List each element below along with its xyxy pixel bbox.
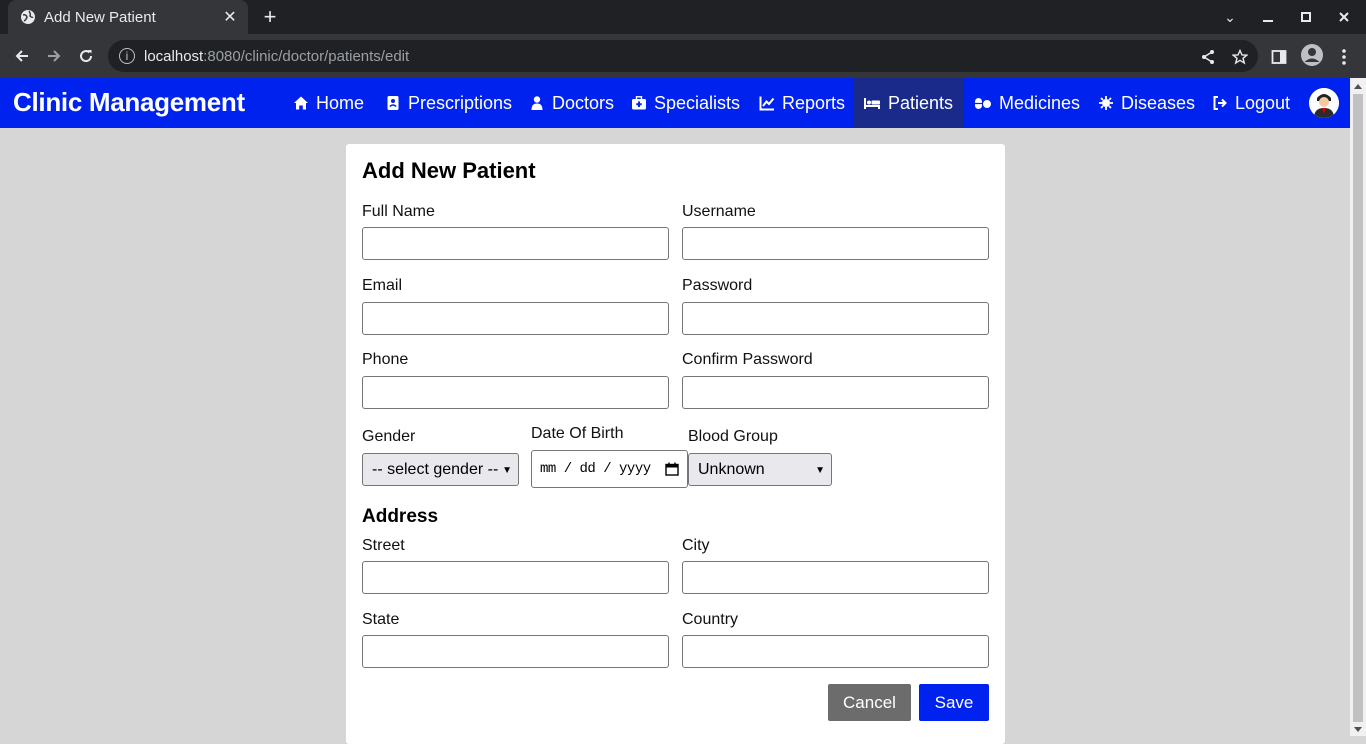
nav-item-logout[interactable]: Logout xyxy=(1202,78,1300,128)
phone-input[interactable] xyxy=(362,376,669,409)
nav-item-medicines[interactable]: Medicines xyxy=(964,78,1090,128)
nav-item-specialists[interactable]: Specialists xyxy=(621,78,750,128)
back-icon[interactable] xyxy=(10,44,34,68)
browser-tabstrip: Add New Patient ✕ + ⌄ xyxy=(0,0,1366,34)
nav-label-patients: Patients xyxy=(888,92,954,113)
city-input[interactable] xyxy=(682,561,989,594)
globe-icon xyxy=(20,9,36,25)
new-tab-button[interactable]: + xyxy=(258,4,282,29)
close-window-button[interactable] xyxy=(1332,5,1356,29)
dob-placeholder: mm / dd / yyyy xyxy=(540,461,651,477)
nav-item-home[interactable]: Home xyxy=(283,78,374,128)
save-button[interactable]: Save xyxy=(919,684,989,721)
city-label: City xyxy=(682,537,710,554)
maximize-button[interactable] xyxy=(1294,5,1318,29)
country-label: Country xyxy=(682,611,739,628)
chevron-down-icon: ▼ xyxy=(500,465,512,476)
tab-title: Add New Patient xyxy=(44,8,156,26)
profile-icon[interactable] xyxy=(1300,43,1324,67)
calendar-icon[interactable] xyxy=(665,462,679,481)
full-name-input[interactable] xyxy=(362,227,669,260)
scroll-up-icon[interactable] xyxy=(1354,84,1362,89)
street-label: Street xyxy=(362,537,405,554)
username-input[interactable] xyxy=(682,227,989,260)
confirm-password-input[interactable] xyxy=(682,376,989,409)
virus-icon xyxy=(1098,95,1114,111)
gender-label: Gender xyxy=(362,428,416,445)
add-patient-card: Add New Patient Full Name Username Email… xyxy=(346,144,1005,744)
home-icon xyxy=(293,95,309,111)
dob-input[interactable]: mm / dd / yyyy xyxy=(531,450,688,488)
email-input[interactable] xyxy=(362,302,669,335)
bed-icon xyxy=(863,95,881,111)
menu-kebab-icon[interactable] xyxy=(1335,48,1353,66)
state-label: State xyxy=(362,611,400,628)
full-name-label: Full Name xyxy=(362,203,435,220)
nav-label-logout: Logout xyxy=(1235,92,1291,113)
password-label: Password xyxy=(682,277,753,294)
minimize-button[interactable] xyxy=(1256,5,1280,29)
close-tab-icon[interactable]: ✕ xyxy=(220,7,240,27)
tab-search-icon[interactable]: ⌄ xyxy=(1218,5,1242,29)
nav-label-diseases: Diseases xyxy=(1121,92,1196,113)
nav-label-reports: Reports xyxy=(782,92,846,113)
nav-label-doctors: Doctors xyxy=(552,92,615,113)
form-title: Add New Patient xyxy=(362,158,536,183)
nav-item-doctors[interactable]: Doctors xyxy=(519,78,624,128)
nav-item-reports[interactable]: Reports xyxy=(749,78,855,128)
state-input[interactable] xyxy=(362,635,669,668)
share-icon[interactable] xyxy=(1199,48,1217,66)
nav-label-prescriptions: Prescriptions xyxy=(408,92,513,113)
doctor-icon xyxy=(529,95,545,111)
street-input[interactable] xyxy=(362,561,669,594)
scroll-down-icon[interactable] xyxy=(1354,727,1362,732)
country-input[interactable] xyxy=(682,635,989,668)
address-bar[interactable]: i localhost:8080/clinic/doctor/patients/… xyxy=(108,40,1258,72)
page-scrollbar[interactable] xyxy=(1350,78,1366,736)
username-label: Username xyxy=(682,203,756,220)
app-navbar: Clinic Management Home Prescriptions Doc… xyxy=(0,78,1350,128)
chevron-down-icon: ▼ xyxy=(815,465,825,476)
bookmark-star-icon[interactable] xyxy=(1231,48,1249,66)
blood-group-select-value: Unknown xyxy=(698,460,765,478)
blood-group-select[interactable]: Unknown ▼ xyxy=(688,453,832,486)
nav-item-diseases[interactable]: Diseases xyxy=(1088,78,1205,128)
chart-line-icon xyxy=(759,95,775,111)
password-input[interactable] xyxy=(682,302,989,335)
nav-label-home: Home xyxy=(316,92,365,113)
scrollbar-thumb[interactable] xyxy=(1353,94,1363,722)
gender-select-value: -- select gender -- xyxy=(372,460,499,478)
nav-label-medicines: Medicines xyxy=(999,92,1081,113)
pills-icon xyxy=(974,95,992,111)
confirm-password-label: Confirm Password xyxy=(682,351,813,368)
reload-icon[interactable] xyxy=(74,44,98,68)
address-heading: Address xyxy=(362,506,439,527)
medkit-icon xyxy=(631,95,647,111)
dob-label: Date Of Birth xyxy=(531,425,624,442)
prescription-icon xyxy=(385,95,401,111)
email-label: Email xyxy=(362,277,403,294)
page: Clinic Management Home Prescriptions Doc… xyxy=(0,78,1350,744)
forward-icon[interactable] xyxy=(42,44,66,68)
nav-label-specialists: Specialists xyxy=(654,92,741,113)
user-avatar[interactable] xyxy=(1309,88,1339,118)
side-panel-icon[interactable] xyxy=(1270,48,1288,66)
cancel-button[interactable]: Cancel xyxy=(828,684,911,721)
url-text: localhost:8080/clinic/doctor/patients/ed… xyxy=(144,47,410,65)
nav-item-prescriptions[interactable]: Prescriptions xyxy=(375,78,522,128)
site-info-icon[interactable]: i xyxy=(119,48,135,64)
browser-tab[interactable]: Add New Patient ✕ xyxy=(8,0,248,34)
logout-icon xyxy=(1212,95,1228,111)
brand-title[interactable]: Clinic Management xyxy=(13,87,245,118)
phone-label: Phone xyxy=(362,351,409,368)
browser-toolbar: i localhost:8080/clinic/doctor/patients/… xyxy=(0,34,1366,78)
gender-select[interactable]: -- select gender -- ▼ xyxy=(362,453,519,486)
nav-item-patients[interactable]: Patients xyxy=(853,78,964,128)
blood-group-label: Blood Group xyxy=(688,428,778,445)
